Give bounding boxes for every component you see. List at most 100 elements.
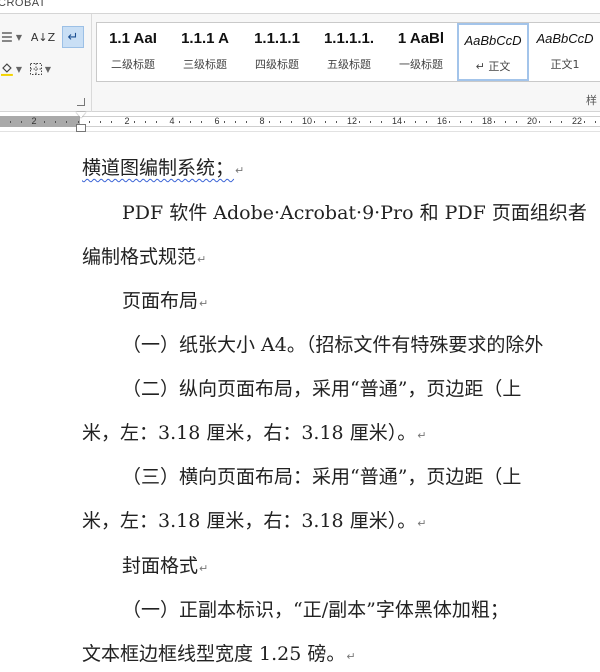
line-text: 页面布局	[122, 290, 199, 312]
chevron-down-icon: ▼	[15, 64, 22, 74]
ribbon-tab-strip: CROBAT	[0, 0, 600, 14]
ruler-tick	[201, 121, 202, 123]
line-text: 横道图编制系统；	[82, 157, 235, 179]
ruler-tick	[134, 121, 135, 123]
line-text: 米，左：3.18 厘米，右：3.18 厘米）。	[82, 510, 417, 532]
tab-acrobat[interactable]: CROBAT	[0, 0, 46, 9]
ruler-tick	[190, 121, 191, 123]
style-preview: AaBbCcD	[464, 33, 522, 48]
document-line[interactable]: （一）正副本标识，“正/副本”字体黑体加粗；	[122, 595, 510, 622]
document-line[interactable]: 封面格式↵	[122, 551, 208, 578]
ruler-tick	[539, 121, 540, 123]
document-line[interactable]: （二）纵向页面布局，采用“普通”，页边距（上	[122, 374, 522, 401]
ruler-tick	[505, 121, 506, 123]
line-text: 文本框边框线型宽度 1.25 磅。	[82, 643, 346, 665]
left-indent-marker[interactable]	[76, 124, 86, 132]
paragraph-mark-icon: ↵	[235, 164, 245, 177]
ruler-tick	[584, 121, 585, 123]
ruler-number: 22	[571, 116, 583, 126]
document-page[interactable]: 横道图编制系统；↵ PDF 软件 Adobe·Acrobat·9·Pro 和 PD…	[0, 133, 600, 672]
style-gallery-item[interactable]: 1.1.1 A 三级标题	[169, 23, 241, 81]
line-text: （一）正副本标识，“正/副本”字体黑体加粗；	[122, 599, 509, 621]
ruler-tick	[280, 121, 281, 123]
ruler-tick	[415, 121, 416, 123]
horizontal-ruler[interactable]: 2 2 4 6 8 10 12 14 16 18 20 22	[0, 112, 600, 132]
ruler-number: 18	[481, 116, 493, 126]
first-line-indent-marker[interactable]	[76, 112, 86, 118]
ruler-tick	[460, 121, 461, 123]
show-formatting-marks-button[interactable]: ↵	[62, 26, 84, 48]
ribbon: ▼ A↓Z ↵ ▼ ▼ 1.1 AaI 二级标题 1.1.1 A 三级标题 1.1.1.…	[0, 14, 600, 112]
paragraph-mark-icon: ↵	[197, 253, 207, 266]
ruler-tick	[370, 121, 371, 123]
ruler-tick	[44, 121, 45, 123]
ruler-tick	[561, 121, 562, 123]
ruler-tick	[550, 121, 551, 123]
ruler-number: 14	[391, 116, 403, 126]
line-text: 编制格式规范	[82, 246, 197, 268]
ruler-number: 10	[301, 116, 313, 126]
paragraph-dialog-launcher-icon[interactable]	[77, 98, 85, 106]
sort-button[interactable]: A↓Z	[31, 26, 55, 48]
line-text: （三）横向页面布局：采用“普通”，页边距（上	[122, 466, 522, 488]
style-gallery-item[interactable]: AaBbCcD 正文1	[529, 23, 600, 81]
ruler-tick	[291, 121, 292, 123]
ruler-tick	[404, 121, 405, 123]
style-gallery-item[interactable]: 1.1 AaI 二级标题	[97, 23, 169, 81]
style-name: 二级标题	[111, 58, 155, 71]
ruler-number: 16	[436, 116, 448, 126]
style-gallery-item[interactable]: 1.1.1.1. 五级标题	[313, 23, 385, 81]
ruler-tick	[10, 121, 11, 123]
styles-group-label: 样	[586, 94, 597, 107]
paragraph-mark-icon: ↵	[417, 517, 427, 530]
document-line[interactable]: 编制格式规范↵	[82, 242, 206, 269]
ruler-number: 4	[169, 116, 175, 126]
ruler-tick	[269, 121, 270, 123]
document-line[interactable]: PDF 软件 Adobe·Acrobat·9·Pro 和 PDF 页面组织者	[122, 198, 588, 225]
ruler-number: 2	[31, 116, 37, 126]
ruler-tick	[336, 121, 337, 123]
document-line[interactable]: 米，左：3.18 厘米，右：3.18 厘米）。↵	[82, 418, 426, 445]
line-text: （二）纵向页面布局，采用“普通”，页边距（上	[122, 378, 522, 400]
style-preview: AaBbCcD	[536, 31, 594, 46]
paragraph-mark-icon: ↵	[346, 650, 356, 663]
styles-gallery: 1.1 AaI 二级标题 1.1.1 A 三级标题 1.1.1.1 四级标题 1.1.1.1…	[96, 22, 600, 82]
ruler-number: 20	[526, 116, 538, 126]
ruler-number: 12	[346, 116, 358, 126]
style-gallery-item[interactable]: 1.1.1.1 四级标题	[241, 23, 313, 81]
ruler-margin-left	[0, 116, 80, 127]
chevron-down-icon: ▼	[15, 32, 22, 42]
line-text: （一）纸张大小 A4。（招标文件有特殊要求的除外	[122, 334, 544, 356]
document-line[interactable]: 横道图编制系统；↵	[82, 153, 244, 180]
ruler-number: 6	[214, 116, 220, 126]
style-name: 一级标题	[399, 58, 443, 71]
style-preview: 1.1.1.1	[254, 30, 300, 47]
document-line[interactable]: 文本框边框线型宽度 1.25 磅。↵	[82, 639, 356, 666]
ruler-tick	[426, 121, 427, 123]
document-line[interactable]: （一）纸张大小 A4。（招标文件有特殊要求的除外	[122, 330, 544, 357]
ruler-tick	[224, 121, 225, 123]
ruler-tick	[21, 121, 22, 123]
ruler-tick	[516, 121, 517, 123]
style-preview: 1.1.1.1.	[323, 30, 375, 47]
ruler-tick	[100, 121, 101, 123]
borders-button[interactable]: ▼	[26, 58, 54, 80]
ruler-number: 2	[124, 116, 130, 126]
style-gallery-item[interactable]: 1 AaBl 一级标题	[385, 23, 457, 81]
style-gallery-item[interactable]: AaBbCcD ↵ 正文	[457, 23, 529, 81]
paragraph-mark-icon: ↵	[199, 297, 209, 310]
chevron-down-icon: ▼	[44, 64, 52, 74]
document-line[interactable]: （三）横向页面布局：采用“普通”，页边距（上	[122, 462, 522, 489]
style-name: 三级标题	[183, 58, 227, 71]
style-name: ↵ 正文	[475, 60, 511, 73]
shading-button[interactable]: ▼	[0, 58, 22, 80]
ruler-tick	[314, 121, 315, 123]
ruler-tick	[235, 121, 236, 123]
document-line[interactable]: 米，左：3.18 厘米，右：3.18 厘米）。↵	[82, 506, 426, 533]
line-spacing-button[interactable]: ▼	[0, 26, 22, 48]
document-line[interactable]: 页面布局↵	[122, 286, 208, 313]
ruler-tick	[156, 121, 157, 123]
style-name: 五级标题	[327, 58, 371, 71]
paint-bucket-icon	[0, 63, 13, 76]
ruler-tick	[89, 121, 90, 123]
